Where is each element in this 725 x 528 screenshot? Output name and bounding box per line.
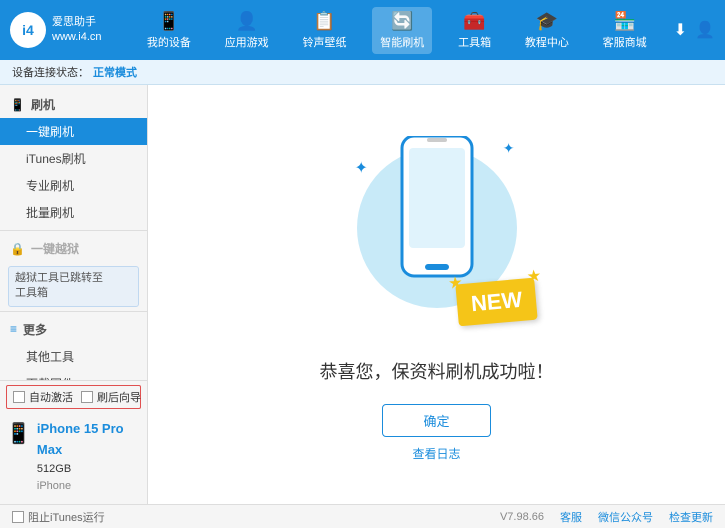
device-name: iPhone 15 Pro Max	[37, 419, 141, 461]
sidebar-divider-2	[0, 311, 147, 312]
phone-svg	[397, 136, 477, 286]
nav-app-games[interactable]: 👤 应用游戏	[217, 7, 277, 54]
header-right: ⬇ 👤	[674, 20, 715, 40]
sidebar: 📱 刷机 一键刷机 iTunes刷机 专业刷机 批量刷机	[0, 85, 148, 504]
device-item: 📱 iPhone 15 Pro Max 512GB iPhone	[6, 415, 141, 500]
device-info: iPhone 15 Pro Max 512GB iPhone	[37, 419, 141, 496]
feedback-link[interactable]: 客服	[560, 509, 582, 525]
sidebar-jailbreak-title: 🔒 一键越狱	[0, 235, 147, 262]
sidebar-item-one-key-flash[interactable]: 一键刷机	[0, 118, 147, 145]
lock-icon: 🔒	[10, 242, 25, 256]
sidebar-more-section: ≡ 更多 其他工具 下载固件 高级功能	[0, 316, 147, 380]
download-button[interactable]: ⬇	[674, 20, 687, 40]
sidebar-item-itunes-flash[interactable]: iTunes刷机	[0, 145, 147, 172]
sidebar-flash-title[interactable]: 📱 刷机	[0, 91, 147, 118]
status-text: 正常模式	[93, 64, 137, 80]
sidebar-top: 📱 刷机 一键刷机 iTunes刷机 专业刷机 批量刷机	[0, 85, 147, 380]
ringtone-icon: 📋	[302, 11, 346, 32]
device-phone-icon: 📱	[6, 421, 31, 446]
auto-activate-label: 自动激活	[29, 389, 73, 405]
tutorial-icon: 🎓	[525, 11, 569, 32]
device-storage: 512GB	[37, 461, 141, 479]
sidebar-item-other-tools[interactable]: 其他工具	[0, 343, 147, 370]
stop-itunes-checkbox[interactable]	[12, 511, 24, 523]
user-button[interactable]: 👤	[695, 20, 715, 40]
stop-itunes[interactable]: 阻止iTunes运行	[12, 509, 105, 525]
version-label: V7.98.66	[500, 511, 544, 523]
nav-my-device[interactable]: 📱 我的设备	[139, 7, 199, 54]
flash-section-icon: 📱	[10, 98, 25, 112]
content-area: ✦ ✦ ★ NEW ★ 恭喜您，保资料刷机成功啦！ 确定 查看日志	[148, 85, 725, 504]
status-bar: 设备连接状态： 正常模式	[0, 60, 725, 85]
device-icon: 📱	[147, 11, 191, 32]
logo-icon: i4	[10, 12, 46, 48]
smart-flash-icon: 🔄	[380, 11, 424, 32]
bottom-bar: 阻止iTunes运行 V7.98.66 客服 微信公众号 检查更新	[0, 504, 725, 528]
stop-itunes-label: 阻止iTunes运行	[28, 509, 105, 525]
sidebar-device-section: 自动激活 刷后向导 📱 iPhone 15 Pro Max 512GB iPho…	[0, 380, 147, 504]
nav-toolbox[interactable]: 🧰 工具箱	[450, 7, 499, 54]
nav-ringtone[interactable]: 📋 铃声壁纸	[294, 7, 354, 54]
check-update-link[interactable]: 检查更新	[669, 509, 713, 525]
app-games-icon: 👤	[225, 11, 269, 32]
sidebar-divider-1	[0, 230, 147, 231]
auto-activate-checkbox[interactable]	[13, 391, 25, 403]
sidebar-jailbreak-section: 🔒 一键越狱 越狱工具已跳转至 工具箱	[0, 235, 147, 307]
nav-smart-flash[interactable]: 🔄 智能刷机	[372, 7, 432, 54]
sidebar-item-pro-flash[interactable]: 专业刷机	[0, 172, 147, 199]
sparkle-right-icon: ✦	[503, 140, 515, 157]
more-section-icon: ≡	[10, 322, 17, 336]
phone-illustration: ✦ ✦ ★ NEW ★	[337, 128, 537, 348]
confirm-button[interactable]: 确定	[382, 404, 490, 437]
success-message: 恭喜您，保资料刷机成功啦！	[320, 358, 554, 384]
toolbox-icon: 🧰	[458, 11, 491, 32]
device-type: iPhone	[37, 478, 141, 496]
nav-tutorial[interactable]: 🎓 教程中心	[517, 7, 577, 54]
service-icon: 🏪	[603, 11, 647, 32]
view-log-link[interactable]: 查看日志	[412, 445, 460, 462]
nav-service[interactable]: 🏪 客服商城	[595, 7, 655, 54]
guide-checkbox[interactable]	[81, 391, 93, 403]
auto-activate-row: 自动激活 刷后向导	[6, 385, 141, 409]
sidebar-item-download-firmware[interactable]: 下载固件	[0, 370, 147, 380]
sidebar-notice: 越狱工具已跳转至 工具箱	[8, 266, 139, 307]
bottom-left: 阻止iTunes运行	[12, 509, 484, 525]
logo-area: i4 爱思助手 www.i4.cn	[10, 12, 130, 48]
nav-bar: 📱 我的设备 👤 应用游戏 📋 铃声壁纸 🔄 智能刷机 🧰 工具箱 🎓 教程中心…	[130, 7, 664, 54]
guide-label: 刷后向导	[97, 389, 141, 405]
main-area: 📱 刷机 一键刷机 iTunes刷机 专业刷机 批量刷机	[0, 85, 725, 504]
wechat-link[interactable]: 微信公众号	[598, 509, 653, 525]
new-badge: ★ NEW ★	[455, 277, 538, 326]
logo-text: 爱思助手 www.i4.cn	[52, 15, 102, 46]
sparkle-left-icon: ✦	[355, 158, 368, 178]
header: i4 爱思助手 www.i4.cn 📱 我的设备 👤 应用游戏 📋 铃声壁纸 🔄…	[0, 0, 725, 60]
sidebar-more-title[interactable]: ≡ 更多	[0, 316, 147, 343]
sidebar-item-batch-flash[interactable]: 批量刷机	[0, 199, 147, 226]
sidebar-flash-section: 📱 刷机 一键刷机 iTunes刷机 专业刷机 批量刷机	[0, 91, 147, 226]
